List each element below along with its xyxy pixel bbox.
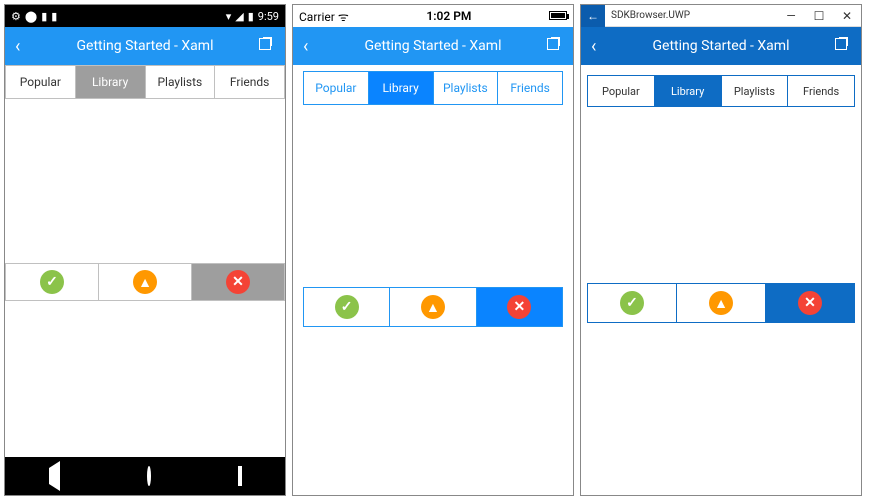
nav-home-icon[interactable] — [147, 468, 151, 484]
statusbar-android: ⚙ ⬤ ▮ ▮ ▾ ◢ ▮ 9:59 — [5, 5, 285, 27]
wifi-icon: ▾ — [226, 10, 232, 23]
check-icon: ✓ — [335, 295, 359, 319]
device-uwp: ← SDKBrowser.UWP — ☐ ✕ ‹ Getting Started… — [580, 4, 862, 496]
segment-warn[interactable]: ▲ — [99, 263, 192, 301]
back-icon[interactable]: ‹ — [303, 36, 319, 57]
battery-icon: ▮ — [248, 10, 254, 23]
page-title: Getting Started - Xaml — [319, 38, 547, 54]
check-icon: ✓ — [40, 270, 64, 294]
segment-warn[interactable]: ▲ — [389, 288, 475, 326]
window-title: SDKBrowser.UWP — [605, 10, 777, 21]
doc-icon: ▮ — [41, 10, 47, 23]
back-icon[interactable]: ‹ — [591, 36, 607, 57]
wifi-icon: ᯤ — [338, 10, 349, 24]
carrier-label: Carrier ᯤ — [299, 8, 349, 25]
tabs-ios: Popular Library Playlists Friends — [303, 71, 563, 105]
body-ios: Popular Library Playlists Friends ✓ ▲ ✕ — [293, 65, 573, 495]
close-icon: ✕ — [226, 270, 250, 294]
page-title: Getting Started - Xaml — [31, 38, 259, 54]
tab-popular[interactable]: Popular — [304, 72, 368, 104]
tab-library[interactable]: Library — [368, 72, 433, 104]
close-icon: ✕ — [798, 291, 822, 315]
segment-ok[interactable]: ✓ — [5, 263, 99, 301]
tab-friends[interactable]: Friends — [497, 72, 562, 104]
nav-back-icon[interactable] — [49, 468, 60, 484]
window-minimize-icon[interactable]: — — [777, 9, 805, 23]
external-link-icon[interactable] — [547, 38, 563, 54]
header-uwp: ‹ Getting Started - Xaml — [581, 27, 861, 65]
segment-error[interactable]: ✕ — [476, 288, 562, 326]
tab-popular[interactable]: Popular — [5, 65, 76, 99]
segment-warn[interactable]: ▲ — [676, 284, 765, 322]
window-close-icon[interactable]: ✕ — [833, 9, 861, 23]
battery-icon — [549, 9, 567, 23]
tab-playlists[interactable]: Playlists — [721, 76, 788, 106]
tabs-android: Popular Library Playlists Friends — [5, 65, 285, 99]
status-time: 1:02 PM — [349, 9, 549, 23]
back-icon[interactable]: ‹ — [15, 36, 31, 57]
segment-error[interactable]: ✕ — [765, 284, 854, 322]
segment-android: ✓ ▲ ✕ — [5, 263, 285, 301]
segment-error[interactable]: ✕ — [192, 263, 285, 301]
close-icon: ✕ — [507, 295, 531, 319]
body-uwp: Popular Library Playlists Friends ✓ ▲ ✕ — [581, 65, 861, 495]
check-icon: ✓ — [620, 291, 644, 315]
nav-recent-icon[interactable] — [238, 468, 242, 484]
header-android: ‹ Getting Started - Xaml — [5, 27, 285, 65]
external-link-icon[interactable] — [259, 38, 275, 54]
gear-icon: ⚙ — [11, 10, 21, 23]
segment-ios: ✓ ▲ ✕ — [303, 287, 563, 327]
segment-uwp: ✓ ▲ ✕ — [587, 283, 855, 323]
body-android: Popular Library Playlists Friends ✓ ▲ ✕ — [5, 65, 285, 457]
device-android: ⚙ ⬤ ▮ ▮ ▾ ◢ ▮ 9:59 ‹ Getting Started - X… — [4, 4, 286, 496]
tabs-uwp: Popular Library Playlists Friends — [587, 75, 855, 107]
titlebar-uwp: ← SDKBrowser.UWP — ☐ ✕ — [581, 5, 861, 27]
signal-icon: ◢ — [235, 10, 243, 23]
tab-friends[interactable]: Friends — [787, 76, 854, 106]
app-icon: ⬤ — [25, 10, 37, 23]
tab-playlists[interactable]: Playlists — [433, 72, 498, 104]
statusbar-ios: Carrier ᯤ 1:02 PM — [293, 5, 573, 27]
warning-icon: ▲ — [709, 291, 733, 315]
window-maximize-icon[interactable]: ☐ — [805, 9, 833, 23]
device-ios: Carrier ᯤ 1:02 PM ‹ Getting Started - Xa… — [292, 4, 574, 496]
tab-library[interactable]: Library — [76, 65, 146, 99]
doc-icon: ▮ — [51, 10, 57, 23]
warning-icon: ▲ — [133, 270, 157, 294]
navbar-android — [5, 457, 285, 495]
segment-ok[interactable]: ✓ — [588, 284, 676, 322]
tab-popular[interactable]: Popular — [588, 76, 654, 106]
segment-ok[interactable]: ✓ — [304, 288, 389, 326]
tab-playlists[interactable]: Playlists — [146, 65, 216, 99]
status-time: 9:59 — [258, 10, 279, 23]
external-link-icon[interactable] — [835, 38, 851, 54]
tab-library[interactable]: Library — [654, 76, 721, 106]
page-title: Getting Started - Xaml — [607, 38, 835, 54]
titlebar-back-icon[interactable]: ← — [581, 5, 605, 27]
tab-friends[interactable]: Friends — [215, 65, 285, 99]
header-ios: ‹ Getting Started - Xaml — [293, 27, 573, 65]
warning-icon: ▲ — [421, 295, 445, 319]
